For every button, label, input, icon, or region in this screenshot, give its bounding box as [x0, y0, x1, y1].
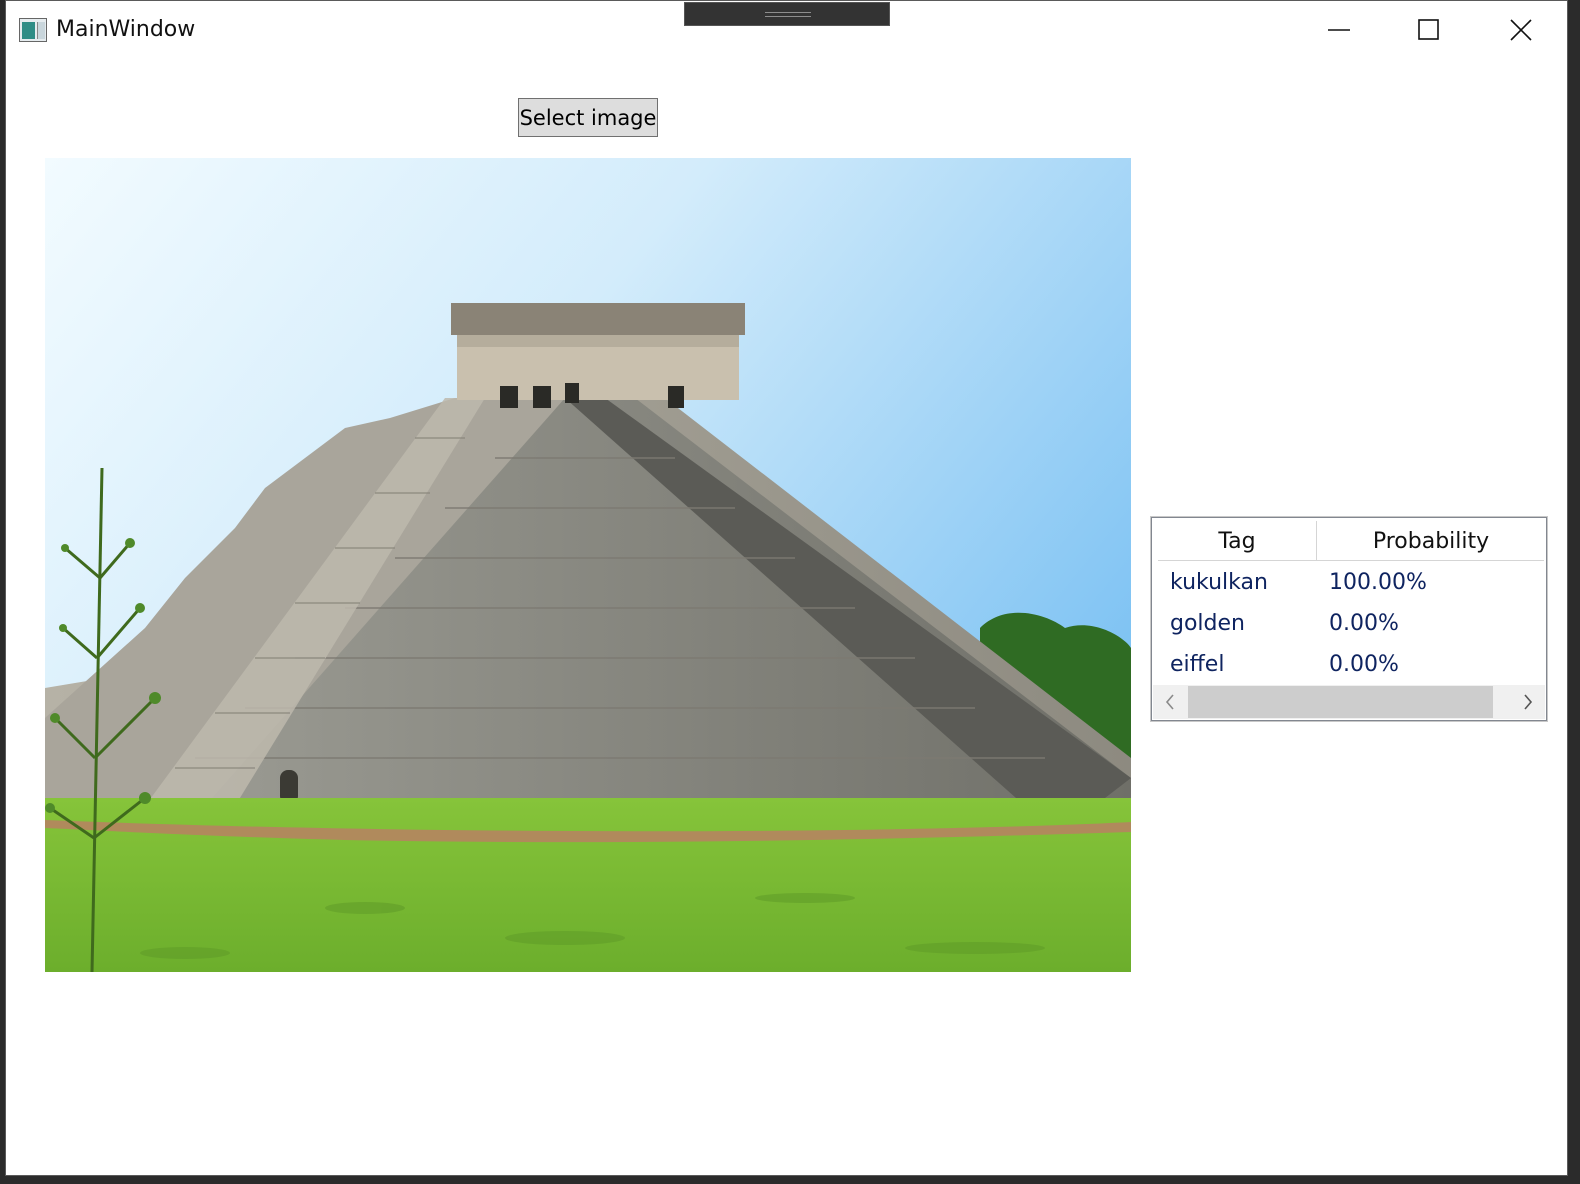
close-icon: [1510, 19, 1532, 41]
title-bar[interactable]: MainWindow: [6, 1, 1567, 61]
scroll-thumb[interactable]: [1188, 686, 1493, 718]
app-window-icon: [19, 18, 47, 42]
drag-handle[interactable]: [684, 2, 890, 26]
table-row[interactable]: eiffel 0.00%: [1158, 643, 1544, 684]
column-header-probability[interactable]: Probability: [1317, 521, 1545, 560]
chevron-left-icon: [1165, 694, 1174, 710]
close-button[interactable]: [1476, 1, 1566, 59]
tag-cell: golden: [1170, 611, 1245, 636]
probability-cell: 0.00%: [1329, 611, 1399, 636]
main-window: MainWindow Select image Tag Probability …: [5, 0, 1568, 1176]
maximize-icon: [1418, 19, 1439, 40]
table-row[interactable]: golden 0.00%: [1158, 602, 1544, 643]
probability-cell: 100.00%: [1329, 570, 1427, 595]
tag-cell: eiffel: [1170, 652, 1225, 677]
select-image-button[interactable]: Select image: [518, 98, 658, 137]
scroll-right-button[interactable]: [1511, 685, 1545, 719]
grid-header: Tag Probability: [1158, 521, 1545, 561]
tag-cell: kukulkan: [1170, 570, 1268, 595]
probability-cell: 0.00%: [1329, 652, 1399, 677]
column-header-tag[interactable]: Tag: [1158, 521, 1317, 560]
table-row[interactable]: kukulkan 100.00%: [1158, 561, 1544, 602]
maximize-button[interactable]: [1384, 1, 1474, 59]
results-grid[interactable]: Tag Probability kukulkan 100.00% golden …: [1150, 516, 1548, 722]
pyramid-image: [45, 158, 1131, 972]
horizontal-scrollbar[interactable]: [1153, 685, 1545, 719]
scroll-left-button[interactable]: [1153, 685, 1187, 719]
window-title: MainWindow: [56, 17, 196, 42]
minimize-button[interactable]: [1294, 1, 1384, 59]
minimize-icon: [1328, 29, 1350, 31]
chevron-right-icon: [1524, 694, 1533, 710]
